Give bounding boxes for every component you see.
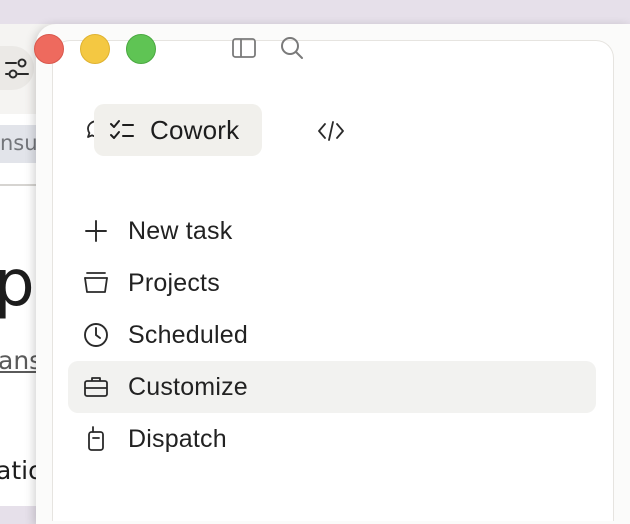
sidebar-item-label: Dispatch <box>128 424 227 453</box>
minimize-window-button[interactable] <box>80 34 110 64</box>
clock-icon <box>82 321 110 349</box>
walkie-talkie-icon <box>82 425 110 453</box>
sidebar-item-projects[interactable]: Projects <box>68 257 596 309</box>
sidebar-item-label: Scheduled <box>128 320 248 349</box>
briefcase-icon <box>82 373 110 401</box>
sidebar-item-dispatch[interactable]: Dispatch <box>68 413 596 465</box>
sidebar-toggle-icon[interactable] <box>231 35 257 61</box>
sidebar-item-scheduled[interactable]: Scheduled <box>68 309 596 361</box>
code-icon[interactable] <box>316 116 346 146</box>
folder-icon <box>82 269 110 297</box>
sidebar-item-new-task[interactable]: New task <box>68 205 596 257</box>
sidebar-item-label: Projects <box>128 268 220 297</box>
plus-icon <box>82 217 110 245</box>
sidebar-item-customize[interactable]: Customize <box>68 361 596 413</box>
search-icon[interactable] <box>279 35 305 61</box>
mode-tab-cowork[interactable]: Cowork <box>94 104 262 156</box>
sidebar-item-label: New task <box>128 216 233 245</box>
close-window-button[interactable] <box>34 34 64 64</box>
mode-tab-label: Cowork <box>150 114 240 145</box>
zoom-window-button[interactable] <box>126 34 156 64</box>
background-tab-text: nsu <box>0 131 38 155</box>
sidebar-item-label: Customize <box>128 372 248 401</box>
checklist-icon <box>108 116 136 144</box>
background-heading: p <box>0 247 35 321</box>
